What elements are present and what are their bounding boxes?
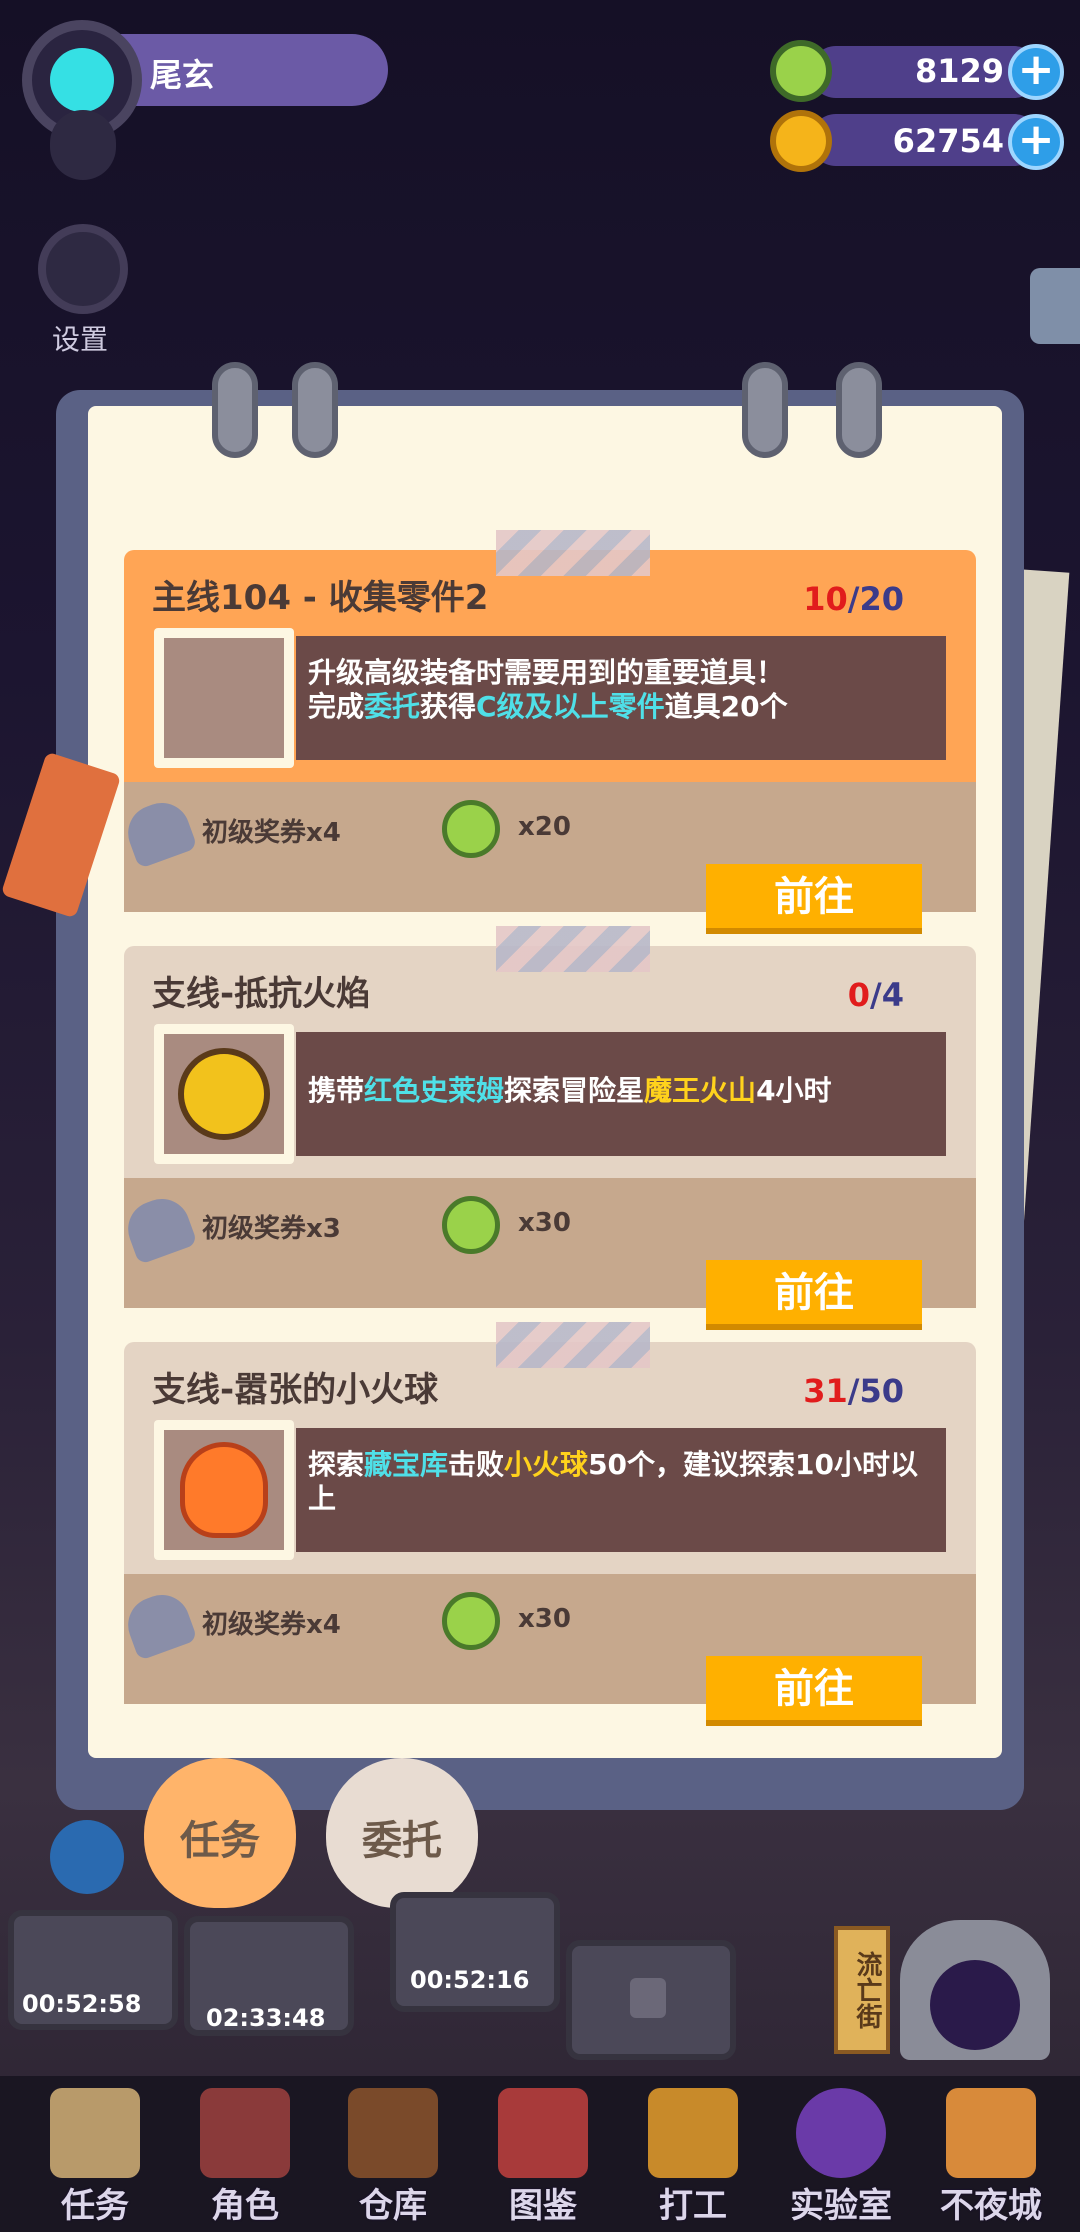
reward-row: 初级奖券x4 x30 前往 — [120, 1574, 976, 1726]
quest-description: 携带红色史莱姆探索冒险星魔王火山4小时 — [296, 1032, 946, 1156]
help-icon[interactable] — [50, 1820, 124, 1894]
tab-commissions[interactable]: 委托 — [326, 1758, 478, 1908]
quest-thumbnail — [154, 628, 294, 768]
quest-thumbnail — [154, 1024, 294, 1164]
lock-icon — [630, 1978, 666, 2018]
tab-commissions-label: 委托 — [362, 1818, 442, 1864]
ticket-icon — [120, 795, 198, 869]
side-scissors-icon[interactable] — [1030, 268, 1080, 344]
quest-card: 主线104 - 收集零件2 10/20 升级高级装备时需要用到的重要道具！ 完成… — [120, 530, 976, 942]
binder-ring — [836, 362, 882, 458]
nav-label: 仓库 — [359, 2186, 427, 2226]
settings-label: 设置 — [52, 323, 109, 356]
go-button[interactable]: 前往 — [706, 1656, 922, 1726]
timer-text: 00:52:58 — [22, 1990, 142, 2018]
nav-lab[interactable]: 实验室 — [766, 2076, 916, 2232]
ticket-icon — [120, 1191, 198, 1265]
tape-decoration — [496, 530, 650, 576]
green-coin-icon — [442, 1196, 500, 1254]
quest-title: 主线104 - 收集零件2 — [152, 578, 489, 618]
coin-count: 8129 — [914, 52, 1004, 90]
gear-icon[interactable] — [38, 224, 128, 314]
quest-description: 升级高级装备时需要用到的重要道具！ 完成委托获得C级及以上零件道具20个 — [296, 636, 946, 760]
mystery-paper-icon — [164, 638, 284, 758]
quest-title: 支线-抵抗火焰 — [152, 974, 371, 1014]
binder-ring — [212, 362, 258, 458]
reward-coin-label: x20 — [518, 812, 571, 842]
quest-progress: 0/4 — [847, 976, 904, 1014]
nav-night-city[interactable]: 不夜城 — [916, 2076, 1066, 2232]
green-coin-icon — [442, 1592, 500, 1650]
ticket-icon — [120, 1587, 198, 1661]
nav-work[interactable]: 打工 — [618, 2076, 768, 2232]
reward-coin-label: x30 — [518, 1208, 571, 1238]
quest-thumbnail — [154, 1420, 294, 1560]
reward-ticket-label: 初级奖券x4 — [202, 818, 341, 848]
quest-card: 支线-抵抗火焰 0/4 携带红色史莱姆探索冒险星魔王火山4小时 初级奖券x3 x… — [120, 926, 976, 1338]
warehouse-chest-icon — [348, 2088, 438, 2178]
reward-row: 初级奖券x4 x20 前往 — [120, 782, 976, 934]
task-board-icon — [50, 2088, 140, 2178]
work-tv-icon — [648, 2088, 738, 2178]
nav-tasks[interactable]: 任务 — [20, 2076, 170, 2232]
nav-label: 打工 — [659, 2186, 727, 2226]
lab-flask-icon — [796, 2088, 886, 2178]
nav-warehouse[interactable]: 仓库 — [318, 2076, 468, 2232]
add-planet-coins-button[interactable]: + — [1008, 114, 1064, 170]
go-button[interactable]: 前往 — [706, 1260, 922, 1330]
fireball-icon — [180, 1442, 268, 1538]
fire-resist-medal-icon — [178, 1048, 270, 1140]
tape-decoration — [496, 1322, 650, 1368]
player-name: 尾玄 — [150, 56, 215, 94]
nav-character[interactable]: 角色 — [170, 2076, 320, 2232]
cat-face-icon — [50, 48, 114, 112]
add-coins-button[interactable]: + — [1008, 44, 1064, 100]
nav-collection[interactable]: 图鉴 — [468, 2076, 618, 2232]
tab-tasks-label: 任务 — [180, 1818, 260, 1864]
quest-progress: 10/20 — [803, 580, 904, 618]
nav-label: 任务 — [61, 2186, 129, 2226]
nav-label: 实验室 — [790, 2186, 892, 2226]
reward-coin-label: x30 — [518, 1604, 571, 1634]
night-city-cat-icon — [946, 2088, 1036, 2178]
street-sign[interactable]: 流亡街 — [834, 1926, 890, 2054]
quest-card: 支线-嚣张的小火球 31/50 探索藏宝库击败小火球50个，建议探索10小时以上… — [120, 1322, 976, 1734]
quest-description: 探索藏宝库击败小火球50个，建议探索10小时以上 — [296, 1428, 946, 1552]
planet-coin-count: 62754 — [892, 122, 1004, 160]
portal-vortex-icon — [930, 1960, 1020, 2050]
nav-label: 不夜城 — [940, 2186, 1042, 2226]
reward-row: 初级奖券x3 x30 前往 — [120, 1178, 976, 1330]
tab-tasks[interactable]: 任务 — [144, 1758, 296, 1908]
nav-label: 图鉴 — [509, 2186, 577, 2226]
binder-ring — [292, 362, 338, 458]
green-coin-icon — [442, 800, 500, 858]
reward-ticket-label: 初级奖券x4 — [202, 1610, 341, 1640]
timer-slot[interactable] — [390, 1892, 560, 2012]
tape-decoration — [496, 926, 650, 972]
quest-progress: 31/50 — [803, 1372, 904, 1410]
collection-book-icon — [498, 2088, 588, 2178]
binder-ring — [742, 362, 788, 458]
collapse-arrow-icon[interactable] — [50, 110, 116, 180]
character-icon — [200, 2088, 290, 2178]
timer-text: 02:33:48 — [206, 2004, 326, 2032]
go-button[interactable]: 前往 — [706, 864, 922, 934]
nav-label: 角色 — [211, 2186, 279, 2226]
reward-ticket-label: 初级奖券x3 — [202, 1214, 341, 1244]
quest-title: 支线-嚣张的小火球 — [152, 1370, 439, 1410]
timer-text: 00:52:16 — [410, 1966, 530, 1994]
